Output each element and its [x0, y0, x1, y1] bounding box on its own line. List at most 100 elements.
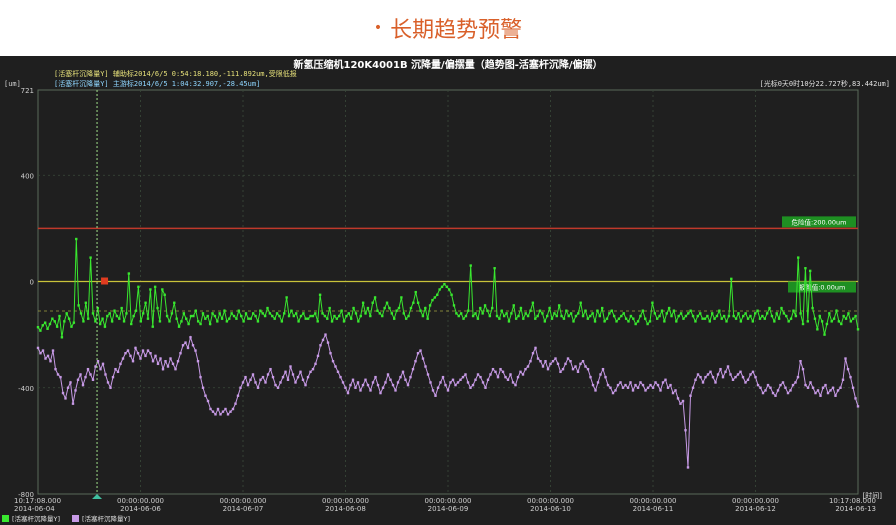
- series-point-1: [694, 378, 697, 381]
- series-point-0: [213, 314, 217, 318]
- series-point-0: [818, 314, 821, 318]
- series-point-0: [185, 317, 188, 320]
- series-point-0: [297, 320, 300, 323]
- series-point-0: [581, 314, 585, 318]
- series-point-0: [658, 314, 661, 318]
- series-point-1: [754, 375, 757, 379]
- series-point-0: [70, 325, 73, 328]
- series-point-1: [199, 375, 202, 379]
- series-point-0: [127, 272, 131, 275]
- series-point-0: [505, 312, 508, 315]
- series-point-1: [84, 375, 87, 379]
- series-point-0: [385, 301, 389, 304]
- series-point-1: [36, 346, 40, 350]
- series-point-0: [118, 317, 121, 320]
- series-point-1: [449, 381, 452, 384]
- series-point-1: [759, 386, 762, 389]
- series-point-0: [347, 312, 350, 315]
- series-point-0: [153, 285, 157, 289]
- series-point-1: [666, 386, 670, 389]
- series-point-0: [433, 296, 437, 299]
- series-point-1: [834, 394, 837, 397]
- series-point-0: [823, 333, 826, 336]
- series-point-1: [186, 346, 190, 350]
- series-point-1: [119, 362, 122, 366]
- series-point-1: [616, 383, 620, 387]
- series-point-0: [75, 237, 78, 241]
- series-point-0: [106, 314, 109, 318]
- series-point-0: [710, 312, 714, 315]
- series-point-1: [464, 373, 467, 376]
- series-point-1: [846, 367, 850, 371]
- series-point-1: [354, 386, 357, 389]
- series-point-1: [454, 383, 457, 387]
- series-point-0: [751, 320, 755, 323]
- y-tick-label: -400: [18, 385, 34, 393]
- x-tick-time: 00:00:00.000: [117, 497, 164, 505]
- series-point-0: [792, 309, 795, 312]
- series-point-0: [534, 317, 537, 320]
- series-point-1: [641, 383, 645, 387]
- series-point-1: [419, 349, 422, 352]
- series-point-1: [339, 375, 342, 379]
- series-point-1: [811, 386, 815, 389]
- series-point-1: [394, 389, 397, 392]
- series-point-1: [399, 375, 402, 379]
- series-point-1: [69, 381, 72, 384]
- series-point-1: [41, 349, 45, 352]
- series-point-1: [71, 402, 75, 405]
- series-point-1: [716, 373, 720, 376]
- series-point-0: [65, 312, 68, 315]
- series-point-1: [89, 373, 92, 376]
- series-point-1: [456, 381, 460, 384]
- series-point-1: [441, 375, 445, 379]
- series-point-0: [340, 309, 343, 312]
- series-point-0: [648, 320, 652, 323]
- series-point-0: [292, 314, 296, 318]
- series-point-1: [444, 383, 447, 387]
- series-point-1: [194, 349, 197, 352]
- series-point-0: [758, 317, 762, 320]
- series-point-0: [404, 317, 408, 320]
- series-point-1: [599, 373, 602, 376]
- series-point-1: [216, 407, 220, 411]
- series-point-1: [854, 397, 857, 400]
- series-point-0: [132, 314, 135, 318]
- series-point-0: [357, 320, 360, 323]
- series-point-1: [224, 407, 227, 411]
- series-point-0: [287, 314, 291, 318]
- series-point-0: [146, 317, 150, 320]
- series-point-1: [371, 381, 375, 384]
- series-point-0: [438, 288, 441, 291]
- series-point-0: [278, 314, 281, 318]
- series-point-1: [221, 410, 225, 413]
- series-point-0: [364, 312, 367, 315]
- series-point-0: [302, 312, 305, 315]
- series-point-1: [451, 378, 455, 381]
- series-point-0: [804, 267, 807, 270]
- series-point-0: [677, 314, 680, 318]
- series-point-0: [161, 288, 164, 291]
- series-point-0: [598, 314, 602, 318]
- series-point-1: [844, 357, 847, 360]
- series-point-0: [459, 312, 463, 315]
- series-point-0: [259, 309, 262, 312]
- series-point-1: [376, 383, 380, 387]
- series-point-0: [708, 320, 711, 323]
- series-point-0: [730, 277, 733, 281]
- series-point-1: [706, 373, 710, 376]
- series-point-0: [189, 314, 193, 318]
- cursor-group[interactable]: [92, 90, 109, 499]
- x-tick-time: 00:00:00.000: [629, 497, 676, 505]
- series-point-1: [774, 394, 777, 397]
- series-point-0: [608, 312, 611, 315]
- series-point-1: [619, 381, 622, 384]
- series-point-1: [626, 386, 630, 389]
- series-point-0: [232, 314, 236, 318]
- series-point-0: [89, 256, 92, 259]
- series-point-0: [223, 309, 226, 312]
- series-point-1: [176, 359, 180, 363]
- page-heading: • 长期趋势预警: [0, 0, 896, 56]
- trend-chart[interactable]: 新氢压缩机120K4001B 沉降量/偏摆量（趋势图-活塞杆沉降/偏摆） [um…: [0, 56, 896, 525]
- series-point-1: [679, 402, 682, 405]
